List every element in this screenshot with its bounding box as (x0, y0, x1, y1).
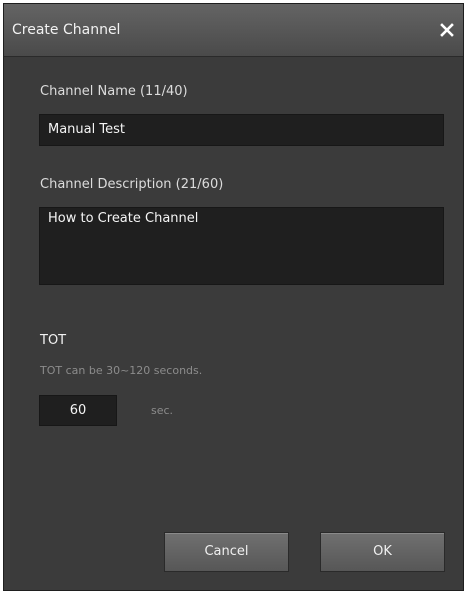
tot-unit-label: sec. (151, 404, 174, 417)
channel-name-input[interactable]: Manual Test (39, 114, 444, 146)
close-icon (440, 23, 454, 37)
create-channel-dialog: Create Channel Channel Name (11/40) Manu… (3, 3, 464, 591)
dialog-title: Create Channel (12, 22, 121, 38)
cancel-button[interactable]: Cancel (164, 532, 289, 572)
tot-hint: TOT can be 30~120 seconds. (40, 364, 203, 377)
channel-name-label: Channel Name (11/40) (40, 84, 188, 99)
tot-title: TOT (40, 333, 67, 348)
close-button[interactable] (435, 18, 459, 42)
dialog-titlebar: Create Channel (4, 4, 463, 57)
tot-seconds-input[interactable]: 60 (39, 395, 117, 426)
channel-description-input[interactable]: How to Create Channel (39, 207, 444, 285)
channel-description-label: Channel Description (21/60) (40, 177, 224, 192)
ok-button[interactable]: OK (320, 532, 445, 572)
